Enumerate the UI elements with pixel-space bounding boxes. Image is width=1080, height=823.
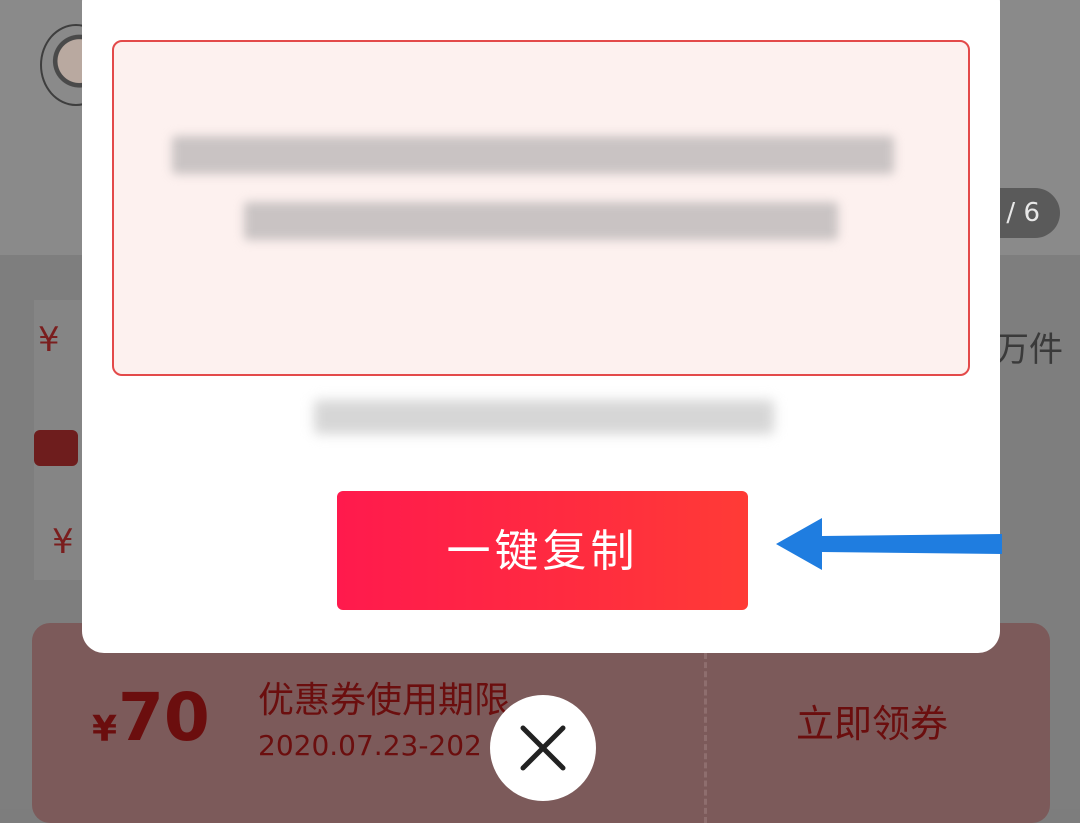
blurred-password-line xyxy=(172,136,894,174)
price-mark: ¥ xyxy=(38,320,60,360)
one-click-copy-button[interactable]: 一键复制 xyxy=(337,491,748,610)
left-price-strip: ¥ ¥ xyxy=(34,300,84,580)
coupon-amount: 70 xyxy=(118,679,210,756)
coupon-validity-dates: 2020.07.23-202 xyxy=(258,729,482,762)
coupon-divider xyxy=(704,653,707,823)
claim-coupon-button[interactable]: 立即领券 xyxy=(796,693,948,748)
blurred-hint-text xyxy=(314,400,774,434)
coupon-currency: ¥ xyxy=(92,709,118,750)
close-button[interactable] xyxy=(490,695,596,801)
blurred-password-line xyxy=(244,202,838,240)
arrow-left-icon xyxy=(776,518,1002,570)
password-text-box[interactable] xyxy=(112,40,970,376)
coupon-validity-title: 优惠券使用期限 xyxy=(258,680,511,721)
price-mark: ¥ xyxy=(52,522,74,562)
close-icon xyxy=(520,725,566,771)
sales-count-text: 万件 xyxy=(995,330,1063,370)
price-tag-badge xyxy=(34,430,78,466)
